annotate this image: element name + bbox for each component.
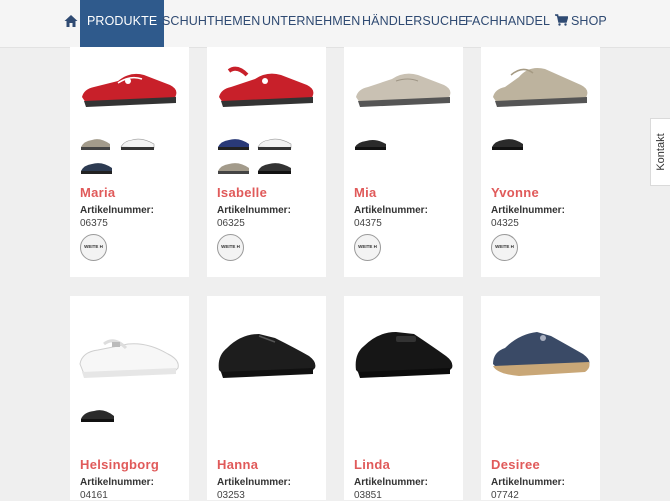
article-number-label: Artikelnummer: (80, 477, 154, 488)
product-name[interactable]: Hanna (217, 457, 258, 472)
nav-item-schuhthemen[interactable]: SCHUHTHEMEN (162, 0, 260, 47)
variant-thumbnail[interactable] (217, 159, 251, 175)
product-card-linda[interactable]: Linda Artikelnummer: 03851 (344, 296, 463, 501)
variant-thumbnail[interactable] (120, 135, 156, 151)
product-name[interactable]: Isabelle (217, 185, 267, 200)
product-image-maria[interactable] (78, 61, 182, 107)
product-name[interactable]: Desiree (491, 457, 540, 472)
article-number: 06375 (80, 218, 108, 229)
article-number-label: Artikelnummer: (491, 205, 565, 216)
nav-item-unternehmen[interactable]: UNTERNEHMEN (262, 0, 360, 47)
article-number: 04325 (491, 218, 519, 229)
article-number: 03253 (217, 490, 245, 501)
home-icon[interactable] (64, 14, 78, 28)
article-number-label: Artikelnummer: (217, 205, 291, 216)
variant-thumbnail[interactable] (217, 135, 251, 151)
article-number-label: Artikelnummer: (354, 205, 428, 216)
product-image-yvonne[interactable] (489, 57, 593, 107)
top-navigation: PRODUKTE SCHUHTHEMEN UNTERNEHMEN HÄNDLER… (0, 0, 670, 48)
nav-item-fachhandel[interactable]: FACHHANDEL (465, 0, 550, 47)
product-image-desiree[interactable] (489, 324, 593, 378)
article-number-label: Artikelnummer: (354, 477, 428, 488)
variant-thumbnail[interactable] (491, 135, 525, 151)
article-number-label: Artikelnummer: (491, 477, 565, 488)
nav-item-shop[interactable]: SHOP (555, 0, 607, 47)
variant-thumbnail[interactable] (80, 159, 114, 175)
variant-thumbnail[interactable] (354, 137, 388, 151)
product-image-isabelle[interactable] (215, 61, 319, 107)
product-name[interactable]: Mia (354, 185, 377, 200)
weite-h-badge: WEITE H (354, 234, 381, 261)
product-name[interactable]: Yvonne (491, 185, 539, 200)
weite-h-badge: WEITE H (80, 234, 107, 261)
product-image-hanna[interactable] (215, 326, 319, 378)
kontakt-tab[interactable]: Kontakt (650, 118, 670, 186)
product-name[interactable]: Linda (354, 457, 390, 472)
product-card-desiree[interactable]: Desiree Artikelnummer: 07742 (481, 296, 600, 501)
article-number: 04375 (354, 218, 382, 229)
article-number-label: Artikelnummer: (217, 477, 291, 488)
shopping-cart-icon (555, 14, 568, 26)
product-image-linda[interactable] (352, 324, 456, 378)
kontakt-tab-label: Kontakt (654, 133, 667, 171)
article-number: 07742 (491, 490, 519, 501)
nav-item-produkte[interactable]: PRODUKTE (80, 0, 165, 47)
article-number-label: Artikelnummer: (80, 205, 154, 216)
article-number: 04161 (80, 490, 108, 501)
product-card-mia[interactable]: Mia Artikelnummer: 04375 WEITE H (344, 47, 463, 277)
product-card-hanna[interactable]: Hanna Artikelnummer: 03253 (207, 296, 326, 501)
weite-h-badge: WEITE H (491, 234, 518, 261)
variant-thumbnail[interactable] (257, 159, 293, 175)
product-name[interactable]: Helsingborg (80, 457, 159, 472)
variant-thumbnail[interactable] (80, 406, 116, 424)
product-card-isabelle[interactable]: Isabelle Artikelnummer: 06325 WEITE H (207, 47, 326, 277)
product-card-helsingborg[interactable]: Helsingborg Artikelnummer: 04161 (70, 296, 189, 501)
product-image-helsingborg[interactable] (78, 334, 182, 380)
variant-thumbnail[interactable] (257, 135, 293, 151)
weite-h-badge: WEITE H (217, 234, 244, 261)
product-image-mia[interactable] (352, 61, 456, 107)
article-number: 03851 (354, 490, 382, 501)
variant-thumbnail[interactable] (80, 135, 112, 151)
nav-item-haendlersuche[interactable]: HÄNDLERSUCHE (362, 0, 467, 47)
article-number: 06325 (217, 218, 245, 229)
product-name[interactable]: Maria (80, 185, 115, 200)
product-card-maria[interactable]: Maria Artikelnummer: 06375 WEITE H (70, 47, 189, 277)
product-card-yvonne[interactable]: Yvonne Artikelnummer: 04325 WEITE H (481, 47, 600, 277)
nav-item-shop-label: SHOP (571, 14, 607, 28)
